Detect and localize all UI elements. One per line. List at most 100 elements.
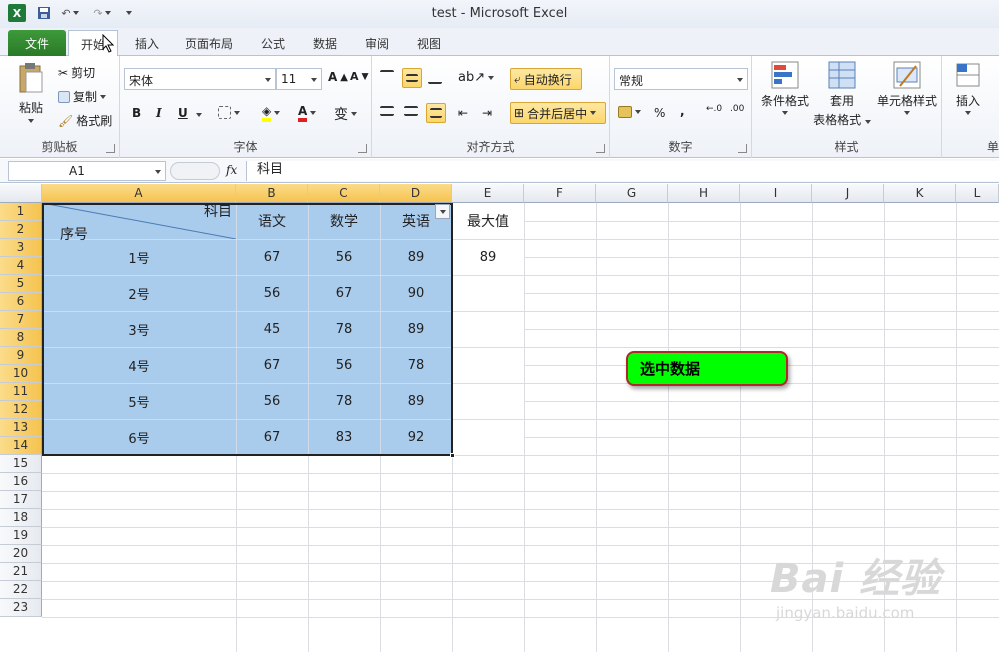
row-header-3[interactable]: 3 — [0, 239, 42, 257]
merge-center-button[interactable]: ⊞ 合并后居中 — [510, 102, 606, 124]
fill-handle[interactable] — [450, 453, 455, 458]
formula-input[interactable]: 科目 — [246, 161, 999, 181]
row-header-1[interactable]: 1 — [0, 203, 42, 221]
column-header-j[interactable]: J — [812, 184, 884, 203]
tab-view[interactable]: 视图 — [408, 30, 450, 56]
insert-cells-button[interactable]: 插入 — [950, 60, 986, 115]
fill-color-button[interactable]: ◈ — [262, 104, 281, 122]
row-header-20[interactable]: 20 — [0, 545, 42, 563]
row-header-16[interactable]: 16 — [0, 473, 42, 491]
name-box[interactable]: A1 — [8, 161, 166, 181]
underline-button[interactable]: U — [178, 106, 188, 120]
title-bar: X ↶ ↷ test - Microsoft Excel — [0, 0, 999, 28]
font-name-select[interactable]: 宋体 — [124, 68, 276, 90]
border-button[interactable] — [218, 106, 240, 119]
align-left-button[interactable] — [380, 106, 394, 116]
insert-function-button[interactable]: fx — [226, 163, 237, 177]
row-header-6[interactable]: 6 — [0, 293, 42, 311]
alignment-launcher-icon[interactable] — [596, 144, 605, 153]
column-header-h[interactable]: H — [668, 184, 740, 203]
row-header-11[interactable]: 11 — [0, 383, 42, 401]
row-header-7[interactable]: 7 — [0, 311, 42, 329]
italic-button[interactable]: I — [156, 106, 162, 120]
row-header-19[interactable]: 19 — [0, 527, 42, 545]
shrink-font-button[interactable]: A ▼ — [350, 70, 369, 83]
tab-formulas[interactable]: 公式 — [252, 30, 294, 56]
orientation-button[interactable]: ab↗ — [458, 70, 495, 85]
paste-button[interactable]: 粘贴 — [14, 62, 48, 123]
decrease-indent-button[interactable]: ⇤ — [458, 106, 468, 120]
column-header-d[interactable]: D — [380, 184, 452, 203]
column-header-l[interactable]: L — [956, 184, 999, 203]
column-header-e[interactable]: E — [452, 184, 524, 203]
row-header-4[interactable]: 4 — [0, 257, 42, 275]
insert-cells-icon — [956, 63, 980, 87]
align-center-button[interactable] — [404, 106, 418, 116]
row-header-15[interactable]: 15 — [0, 455, 42, 473]
row-header-23[interactable]: 23 — [0, 599, 42, 617]
decrease-decimal-icon: .00 — [730, 104, 745, 114]
row-header-8[interactable]: 8 — [0, 329, 42, 347]
column-header-k[interactable]: K — [884, 184, 956, 203]
currency-button[interactable] — [618, 106, 641, 118]
align-top-button[interactable] — [380, 70, 394, 80]
cell-styles-button[interactable]: 单元格样式 — [874, 60, 940, 115]
clipboard-launcher-icon[interactable] — [106, 144, 115, 153]
select-all-corner[interactable] — [0, 184, 42, 203]
align-right-button[interactable] — [426, 103, 446, 123]
tab-page-layout[interactable]: 页面布局 — [176, 30, 242, 56]
format-painter-button[interactable]: 🖌 格式刷 — [58, 112, 112, 129]
row-header-9[interactable]: 9 — [0, 347, 42, 365]
corner-select-all[interactable] — [42, 203, 90, 222]
row-header-2[interactable]: 2 — [0, 221, 42, 239]
column-header-i[interactable]: I — [740, 184, 812, 203]
conditional-format-button[interactable]: 条件格式 — [760, 60, 810, 115]
bold-button[interactable]: B — [132, 106, 141, 120]
max-cell[interactable]: 89 — [452, 239, 524, 275]
worksheet-grid[interactable]: ABCDEFGHIJKL 1 2 3 4 5 6 7 8 9 10 11 12 13 14 15 16 17 18… — [0, 184, 999, 652]
filter-dropdown-icon[interactable] — [435, 204, 450, 219]
copy-button[interactable]: 复制 — [58, 88, 107, 105]
row-header-12[interactable]: 12 — [0, 401, 42, 419]
wrap-text-button[interactable]: ⤶ 自动换行 — [510, 68, 582, 90]
number-format-select[interactable]: 常规 — [614, 68, 748, 90]
column-header-g[interactable]: G — [596, 184, 668, 203]
row-header-21[interactable]: 21 — [0, 563, 42, 581]
font-color-button[interactable]: A — [298, 104, 317, 122]
select-data-callout: 选中数据 — [626, 351, 788, 386]
row-header-10[interactable]: 10 — [0, 365, 42, 383]
row-header-18[interactable]: 18 — [0, 509, 42, 527]
tab-review[interactable]: 审阅 — [356, 30, 398, 56]
align-bottom-button[interactable] — [428, 74, 442, 84]
tab-file[interactable]: 文件 — [8, 30, 66, 56]
decrease-decimal-button[interactable]: .00 — [730, 104, 744, 114]
format-as-table-button[interactable]: 套用 表格格式 — [812, 60, 872, 128]
grow-font-button[interactable]: A ▲ — [328, 70, 348, 84]
align-middle-button[interactable] — [402, 68, 422, 88]
tab-insert[interactable]: 插入 — [124, 30, 170, 56]
header-max[interactable]: 最大值 — [452, 203, 524, 239]
phonetic-button[interactable]: 变 — [334, 104, 357, 124]
row-header-22[interactable]: 22 — [0, 581, 42, 599]
increase-indent-button[interactable]: ⇥ — [482, 106, 492, 120]
column-header-f[interactable]: F — [524, 184, 596, 203]
paste-icon — [19, 63, 43, 93]
font-launcher-icon[interactable] — [358, 144, 367, 153]
row-header-5[interactable]: 5 — [0, 275, 42, 293]
column-header-b[interactable]: B — [236, 184, 308, 203]
number-launcher-icon[interactable] — [738, 144, 747, 153]
tab-data[interactable]: 数据 — [304, 30, 346, 56]
cut-button[interactable]: ✂ 剪切 — [58, 64, 95, 81]
row-number: 18 — [12, 510, 29, 524]
formula-bar-resize-handle[interactable] — [170, 162, 220, 180]
percent-button[interactable]: % — [654, 106, 665, 120]
align-center-icon — [404, 106, 418, 116]
row-header-13[interactable]: 13 — [0, 419, 42, 437]
increase-decimal-button[interactable]: ←.0 — [706, 104, 722, 114]
row-header-14[interactable]: 14 — [0, 437, 42, 455]
align-top-icon — [380, 70, 394, 80]
font-size-select[interactable]: 11 — [276, 68, 322, 90]
comma-button[interactable]: , — [680, 104, 685, 118]
row-header-17[interactable]: 17 — [0, 491, 42, 509]
column-header-c[interactable]: C — [308, 184, 380, 203]
